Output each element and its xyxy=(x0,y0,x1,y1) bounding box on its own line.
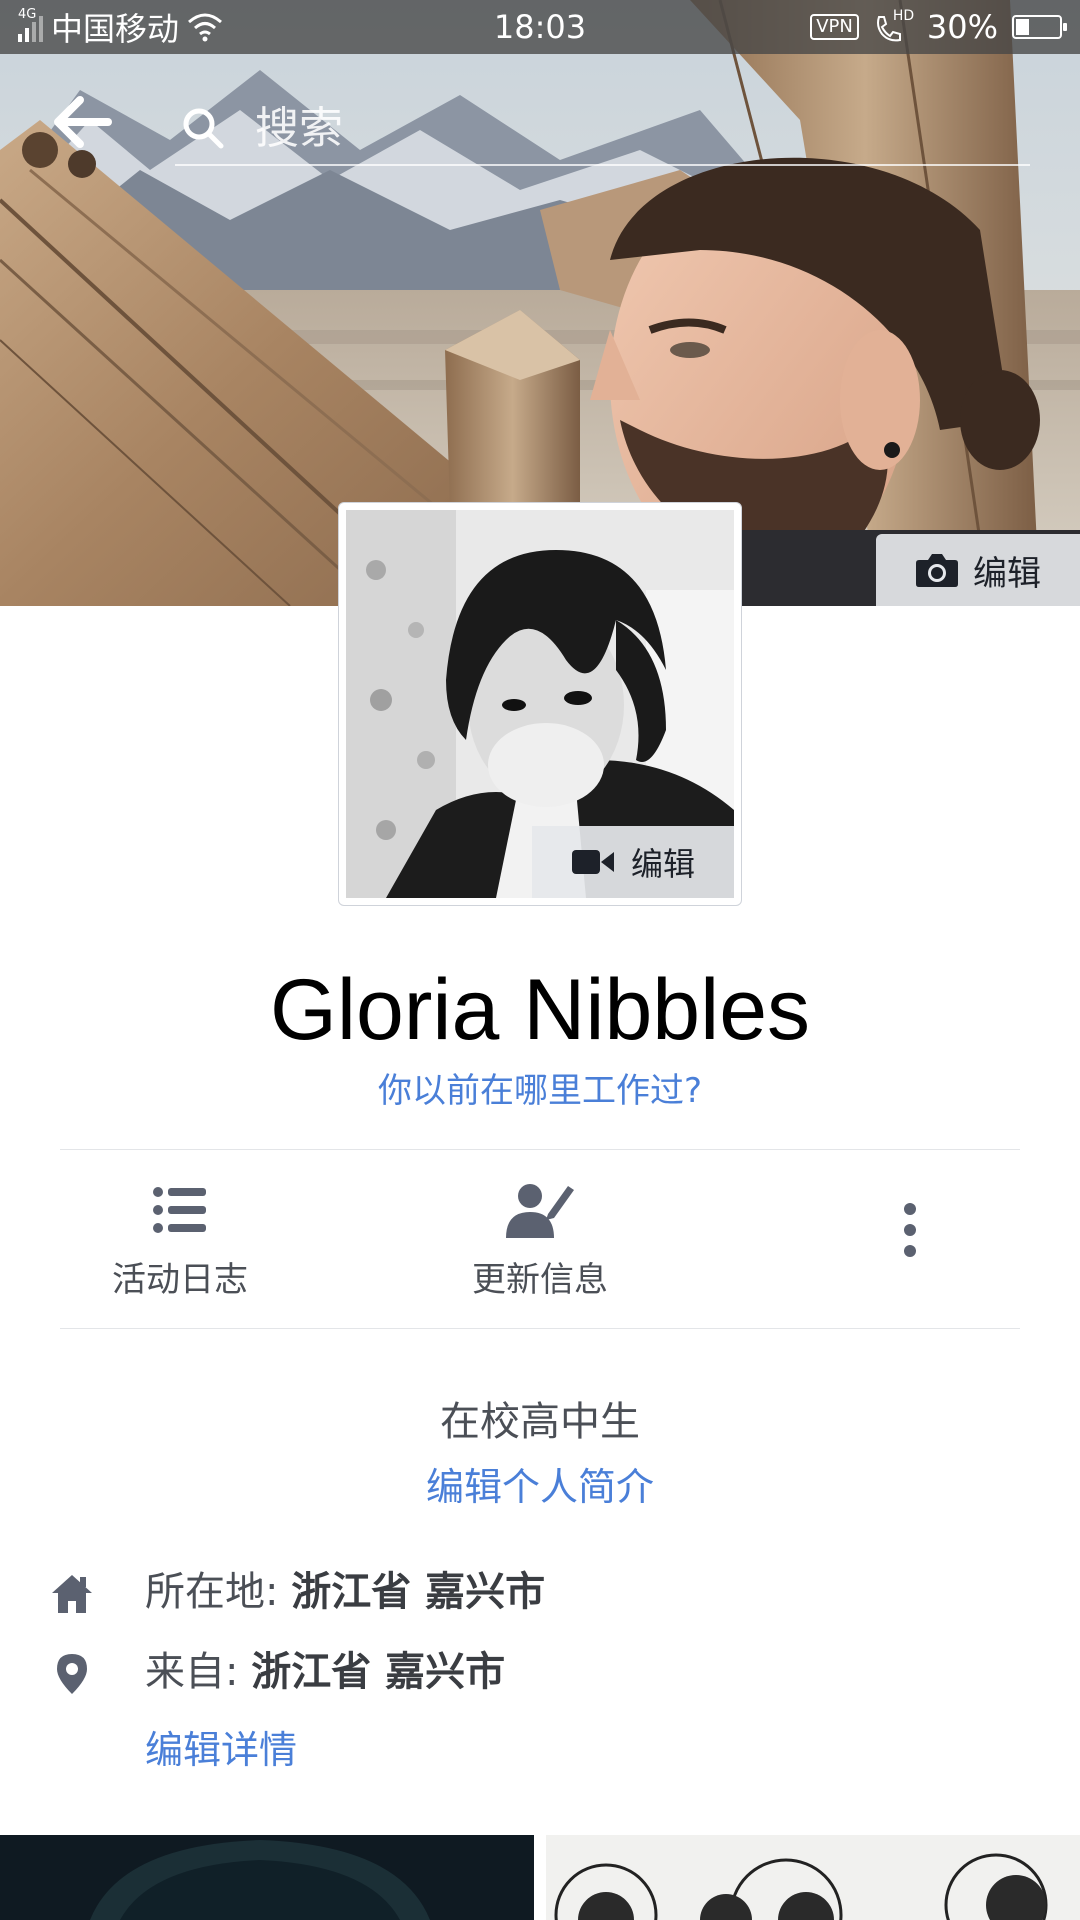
hd-call-icon: HD xyxy=(873,8,915,44)
detail-from: 来自: 浙江省 嘉兴市 xyxy=(0,1642,1080,1702)
edit-profile-picture-label: 编辑 xyxy=(630,845,695,883)
photo-thumbnail[interactable] xyxy=(546,1835,1080,1920)
profile-page: 4G 中国移动 18:03 VPN HD 30% 搜索 编辑 编辑 Gloria… xyxy=(0,0,1080,1920)
battery-level xyxy=(1016,19,1029,35)
activity-log-label: 活动日志 xyxy=(112,1260,248,1300)
back-button[interactable] xyxy=(50,94,114,150)
photo-image xyxy=(546,1835,1080,1920)
work-prompt-link[interactable]: 你以前在哪里工作过? xyxy=(0,1066,1080,1116)
hd-label: HD xyxy=(892,8,915,24)
from-label: 来自: xyxy=(145,1649,239,1695)
battery-percent: 30% xyxy=(926,8,998,46)
edit-profile-icon xyxy=(506,1184,574,1238)
photo-image xyxy=(0,1835,534,1920)
battery-icon xyxy=(1012,15,1067,39)
edit-cover-button[interactable]: 编辑 xyxy=(876,534,1080,606)
edit-cover-label: 编辑 xyxy=(973,553,1041,594)
search-icon xyxy=(183,108,224,149)
video-camera-icon xyxy=(571,850,614,874)
profile-picture-image-wrap: 编辑 xyxy=(346,510,734,898)
more-vertical-icon xyxy=(904,1203,916,1257)
edit-bio-link[interactable]: 编辑个人简介 xyxy=(0,1460,1080,1514)
location-label: 所在地: xyxy=(145,1569,279,1615)
from-value: 浙江省 嘉兴市 xyxy=(251,1649,506,1695)
profile-name: Gloria Nibbles xyxy=(269,962,811,1058)
update-info-label: 更新信息 xyxy=(472,1260,608,1300)
edit-profile-picture-button[interactable]: 编辑 xyxy=(532,826,734,898)
edit-details-link[interactable]: 编辑详情 xyxy=(145,1720,297,1780)
back-arrow-icon xyxy=(54,96,112,148)
action-bar: 活动日志 更新信息 xyxy=(60,1149,1020,1329)
location-value: 浙江省 嘉兴市 xyxy=(291,1569,546,1615)
search-input[interactable] xyxy=(253,92,957,164)
map-pin-icon xyxy=(57,1654,87,1694)
status-bar: 4G 中国移动 18:03 VPN HD 30% xyxy=(0,0,1080,54)
photo-thumbnail[interactable] xyxy=(0,1835,534,1920)
vpn-badge: VPN xyxy=(810,14,859,40)
location-text: 所在地: 浙江省 嘉兴市 xyxy=(145,1562,545,1622)
camera-icon xyxy=(916,554,958,587)
profile-picture[interactable]: 编辑 xyxy=(338,502,742,906)
search-bar xyxy=(0,66,1080,176)
search-field[interactable] xyxy=(175,92,1030,166)
bio-text: 在校高中生 xyxy=(440,1399,640,1445)
activity-log-button[interactable]: 活动日志 xyxy=(60,1150,300,1328)
update-info-button[interactable]: 更新信息 xyxy=(420,1150,660,1328)
list-icon xyxy=(153,1187,206,1233)
from-text: 来自: 浙江省 嘉兴市 xyxy=(145,1642,505,1702)
home-icon xyxy=(52,1575,92,1613)
more-options-button[interactable] xyxy=(870,1150,950,1328)
detail-location: 所在地: 浙江省 嘉兴市 xyxy=(0,1562,1080,1622)
status-right: VPN HD 30% xyxy=(810,0,1067,54)
